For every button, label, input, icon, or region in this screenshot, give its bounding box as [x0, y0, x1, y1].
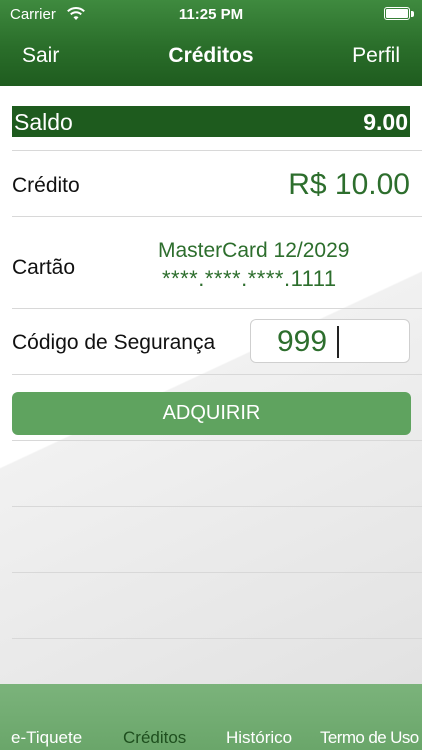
- status-bar: Carrier 11:25 PM: [0, 0, 422, 28]
- tab-creditos[interactable]: Créditos: [123, 728, 186, 748]
- credit-label: Crédito: [12, 174, 80, 197]
- divider: [12, 374, 422, 375]
- divider: [12, 506, 422, 507]
- tab-historico[interactable]: Histórico: [226, 728, 292, 748]
- balance-value: 9.00: [363, 109, 408, 135]
- balance-label: Saldo: [14, 109, 73, 135]
- credits-form: Saldo 9.00 Crédito R$ 10.00 Cartão Maste…: [0, 86, 422, 684]
- profile-button[interactable]: Perfil: [352, 44, 400, 68]
- tab-e-tiquete[interactable]: e-Tiquete: [11, 728, 82, 748]
- divider: [12, 440, 422, 441]
- divider: [12, 308, 422, 309]
- divider: [12, 572, 422, 573]
- card-brand-expiry[interactable]: MasterCard 12/2029: [158, 239, 349, 263]
- battery-icon: [384, 7, 410, 20]
- tab-termo-de-uso[interactable]: Termo de Uso: [320, 728, 419, 748]
- security-code-input[interactable]: 999: [250, 319, 410, 363]
- divider: [12, 150, 422, 151]
- divider: [12, 638, 422, 639]
- credit-value[interactable]: R$ 10.00: [288, 168, 410, 202]
- card-label: Cartão: [12, 256, 76, 279]
- app-header: Carrier 11:25 PM Sair Créditos Perfil: [0, 0, 422, 86]
- security-code-value: 999: [277, 325, 328, 358]
- battery-tip: [411, 11, 414, 17]
- divider: [12, 216, 422, 217]
- status-time: 11:25 PM: [178, 6, 244, 23]
- balance-bar: Saldo 9.00: [12, 106, 410, 137]
- tab-bar: e-Tiquete Créditos Histórico Termo de Us…: [0, 684, 422, 750]
- card-number[interactable]: ****.****.****.1111: [162, 266, 337, 292]
- security-code-label: Código de Segurança: [12, 331, 216, 354]
- acquire-button[interactable]: ADQUIRIR: [12, 392, 411, 435]
- text-cursor: [337, 326, 339, 358]
